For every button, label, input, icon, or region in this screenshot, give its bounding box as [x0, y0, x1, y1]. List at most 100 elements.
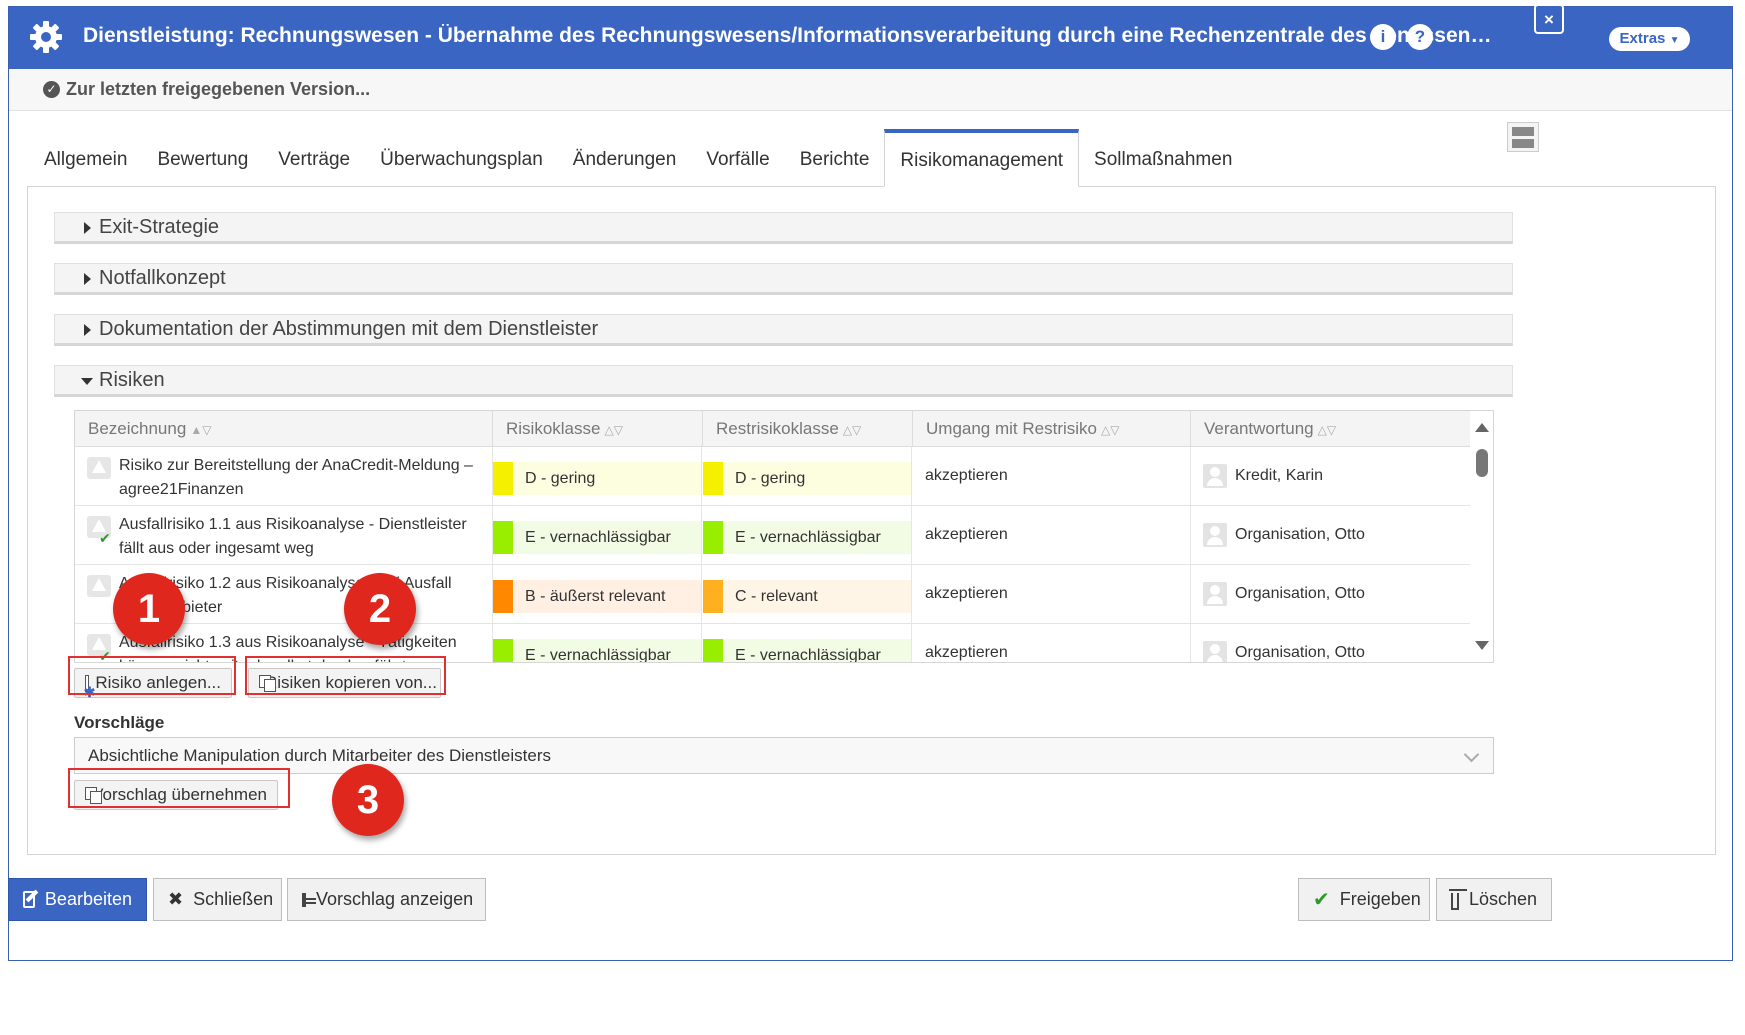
extras-label: Extras — [1619, 30, 1666, 47]
caret-right-icon — [84, 222, 91, 234]
class-color-swatch — [703, 580, 723, 613]
button-label: Freigeben — [1339, 889, 1421, 909]
tab-vertraege[interactable]: Verträge — [263, 129, 365, 187]
caret-down-icon — [81, 378, 93, 385]
class-label: E - vernachlässigbar — [723, 639, 911, 662]
dialog-title: Dienstleistung: Rechnungswesen - Übernah… — [83, 24, 1503, 47]
class-label: D - gering — [513, 462, 701, 495]
table-scrollbar[interactable] — [1470, 411, 1493, 662]
sort-icon: △▽ — [842, 423, 862, 437]
layout-toggle-icon[interactable] — [1507, 122, 1539, 152]
section-label: Risiken — [99, 369, 165, 391]
section-label: Notfallkonzept — [99, 267, 226, 289]
version-link-label: Zur letzten freigegebenen Version... — [66, 79, 371, 99]
check-circle-icon: ✓ — [43, 81, 60, 98]
table-header: Bezeichnung ▲▽ Risikoklasse △▽ Restrisikok… — [75, 411, 1470, 447]
scroll-down-icon[interactable] — [1475, 641, 1489, 650]
tab-vorfaelle[interactable]: Vorfälle — [691, 129, 784, 187]
chevron-down-icon — [1463, 746, 1480, 763]
verantwortung-cell: Organisation, Otto — [1191, 506, 1470, 564]
caret-right-icon — [84, 273, 91, 285]
tab-aenderungen[interactable]: Änderungen — [558, 129, 692, 187]
close-icon[interactable]: × — [1534, 4, 1564, 34]
class-color-swatch — [703, 462, 723, 495]
class-label: E - vernachlässigbar — [723, 521, 911, 554]
person-icon — [1203, 464, 1227, 488]
list-icon — [302, 892, 316, 907]
umgang-cell: akzeptieren — [913, 506, 1191, 564]
person-name: Organisation, Otto — [1235, 585, 1365, 602]
restrisikoklasse-cell: E - vernachlässigbar — [703, 624, 912, 662]
column-header-umgang[interactable]: Umgang mit Restrisiko △▽ — [913, 411, 1191, 447]
class-label: B - äußerst relevant — [513, 580, 701, 613]
title-bar: Dienstleistung: Rechnungswesen - Übernah… — [9, 7, 1732, 69]
vorschlag-anzeigen-button[interactable]: Vorschlag anzeigen — [287, 878, 486, 921]
scroll-thumb[interactable] — [1476, 449, 1488, 477]
scroll-up-icon[interactable] — [1475, 423, 1489, 432]
section-label: Dokumentation der Abstimmungen mit dem D… — [99, 318, 599, 340]
risk-name: Ausfallrisiko 1.1 aus Risikoanalyse - Di… — [119, 516, 467, 557]
person-icon — [1203, 523, 1227, 547]
info-icon[interactable]: i — [1370, 24, 1396, 50]
header-label: Risikoklasse — [506, 419, 601, 438]
restrisikoklasse-cell: E - vernachlässigbar — [703, 506, 912, 564]
freigeben-button[interactable]: ✔ Freigeben — [1298, 878, 1430, 921]
version-bar: ✓ Zur letzten freigegebenen Version... — [9, 69, 1732, 111]
table-row[interactable]: ✔ Ausfallrisiko 1.1 aus Risikoanalyse - … — [75, 506, 1470, 565]
tab-bewertung[interactable]: Bewertung — [142, 129, 263, 187]
risikoklasse-cell: E - vernachlässigbar — [493, 624, 702, 662]
verantwortung-cell: Kredit, Karin — [1191, 447, 1470, 505]
class-color-swatch — [703, 521, 723, 554]
step-marker-1: 1 — [113, 573, 185, 645]
name-cell: Risiko zur Bereitstellung der AnaCredit-… — [75, 447, 493, 505]
tab-sollmassnahmen[interactable]: Sollmaßnahmen — [1079, 129, 1247, 187]
tab-berichte[interactable]: Berichte — [785, 129, 885, 187]
class-color-swatch — [493, 462, 513, 495]
class-label: E - vernachlässigbar — [513, 521, 701, 554]
bearbeiten-button[interactable]: Bearbeiten — [8, 878, 147, 921]
schliessen-button[interactable]: ✖ Schließen — [153, 878, 282, 921]
button-label: Schließen — [193, 889, 274, 909]
sort-icon: △▽ — [1101, 423, 1120, 437]
column-header-risikoklasse[interactable]: Risikoklasse △▽ — [493, 411, 703, 447]
vorschlaege-label: Vorschläge — [74, 713, 165, 732]
verantwortung-cell: Organisation, Otto — [1191, 624, 1470, 662]
tab-risikomanagement[interactable]: Risikomanagement — [884, 129, 1080, 187]
table-row[interactable]: Ausfallrisiko 1.2 aus Risikoanalyse - be… — [75, 565, 1470, 624]
header-label: Restrisikoklasse — [716, 419, 839, 438]
caret-right-icon — [84, 324, 91, 336]
help-icon[interactable]: ? — [1407, 24, 1433, 50]
header-label: Umgang mit Restrisiko — [926, 419, 1097, 438]
table-row[interactable]: Risiko zur Bereitstellung der AnaCredit-… — [75, 447, 1470, 506]
tab-ueberwachungsplan[interactable]: Überwachungsplan — [365, 129, 558, 187]
extras-button[interactable]: Extras ▼ — [1609, 27, 1690, 51]
last-released-version-link[interactable]: ✓ Zur letzten freigegebenen Version... — [43, 79, 370, 100]
warning-icon — [87, 575, 111, 597]
close-icon: ✖ — [168, 889, 184, 909]
tab-content-risikomanagement: Exit-Strategie Notfallkonzept Dokumentat… — [27, 186, 1716, 855]
class-color-swatch — [493, 580, 513, 613]
section-label: Exit-Strategie — [99, 216, 220, 238]
button-label: Bearbeiten — [44, 889, 132, 909]
trash-icon — [1449, 888, 1467, 910]
header-label: Bezeichnung — [88, 419, 187, 438]
class-color-swatch — [493, 521, 513, 554]
section-notfallkonzept[interactable]: Notfallkonzept — [54, 263, 1513, 295]
section-dokumentation[interactable]: Dokumentation der Abstimmungen mit dem D… — [54, 314, 1513, 346]
column-header-restrisikoklasse[interactable]: Restrisikoklasse △▽ — [703, 411, 913, 447]
tab-allgemein[interactable]: Allgemein — [29, 129, 142, 187]
loeschen-button[interactable]: Löschen — [1436, 878, 1552, 921]
section-exit-strategie[interactable]: Exit-Strategie — [54, 212, 1513, 244]
header-label: Verantwortung — [1204, 419, 1314, 438]
person-icon — [1203, 641, 1227, 662]
column-header-verantwortung[interactable]: Verantwortung △▽ — [1191, 411, 1470, 447]
checkmark-icon: ✔ — [1313, 889, 1330, 911]
sort-icon: △▽ — [604, 423, 623, 437]
gear-icon[interactable] — [29, 20, 63, 54]
section-risiken[interactable]: Risiken — [54, 365, 1513, 397]
column-header-bezeichnung[interactable]: Bezeichnung ▲▽ — [75, 411, 493, 447]
sort-icon: ▲▽ — [190, 423, 212, 437]
umgang-cell: akzeptieren — [913, 447, 1191, 505]
button-label: Vorschlag anzeigen — [316, 889, 474, 909]
highlight-box-2 — [245, 656, 446, 695]
